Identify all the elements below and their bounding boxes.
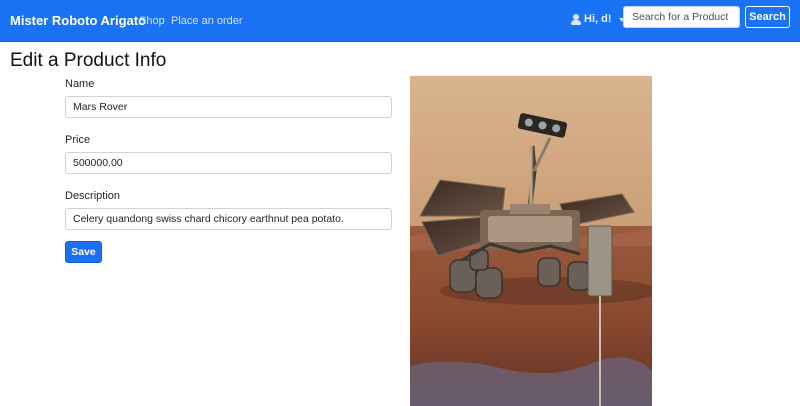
save-button[interactable]: Save bbox=[65, 241, 102, 263]
description-label: Description bbox=[65, 190, 121, 202]
name-label: Name bbox=[65, 78, 95, 90]
nav-link-place-order[interactable]: Place an order bbox=[171, 15, 243, 27]
name-field[interactable] bbox=[65, 96, 392, 118]
user-icon bbox=[571, 13, 581, 25]
user-greeting: Hi, d! bbox=[584, 13, 612, 25]
nav-link-shop[interactable]: Shop bbox=[139, 15, 165, 27]
description-field[interactable] bbox=[65, 208, 392, 230]
user-dropdown[interactable]: Hi, d! bbox=[571, 12, 625, 26]
edit-product-form: Name Price Description Save bbox=[65, 78, 392, 263]
price-group: Price bbox=[65, 134, 392, 174]
search-input[interactable] bbox=[623, 6, 740, 28]
product-image bbox=[410, 76, 652, 406]
search-button[interactable]: Search bbox=[745, 6, 790, 28]
price-label: Price bbox=[65, 134, 91, 146]
name-group: Name bbox=[65, 78, 392, 118]
price-field[interactable] bbox=[65, 152, 392, 174]
navbar: Mister Roboto Arigato Shop Place an orde… bbox=[0, 0, 800, 42]
brand-link[interactable]: Mister Roboto Arigato bbox=[10, 13, 146, 28]
page-title: Edit a Product Info bbox=[10, 50, 167, 71]
description-group: Description bbox=[65, 190, 392, 230]
